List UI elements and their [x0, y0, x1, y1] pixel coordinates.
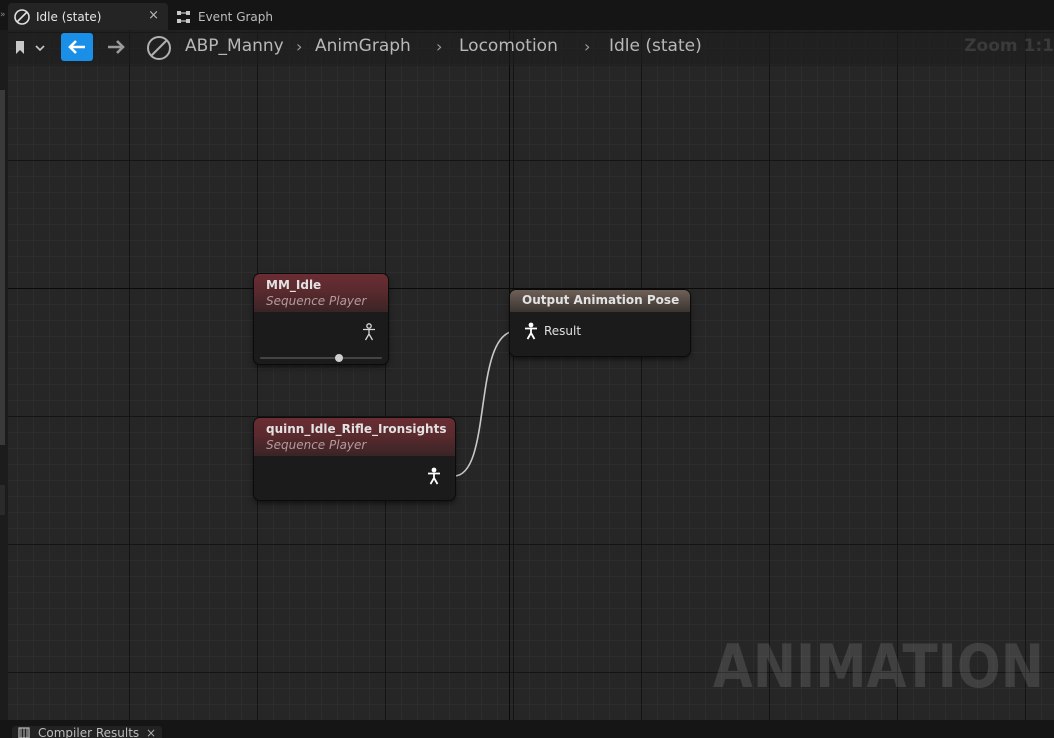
state-icon: [147, 36, 171, 60]
node-title: MM_Idle: [266, 278, 322, 292]
breadcrumb-item-animgraph[interactable]: AnimGraph: [315, 36, 411, 56]
left-panel-edge: [0, 30, 8, 738]
node-header: Output Animation Pose: [510, 290, 690, 312]
tab-overflow-chevron-icon[interactable]: »: [0, 2, 6, 28]
node-mm-idle-sequence-player[interactable]: MM_Idle Sequence Player: [254, 274, 388, 364]
node-output-animation-pose[interactable]: Output Animation Pose Result: [510, 290, 690, 356]
back-button[interactable]: [61, 33, 93, 61]
node-header: quinn_Idle_Rifle_Ironsights Sequence Pla…: [254, 418, 455, 456]
document-tab-bar: » Idle (state) × Event Graph: [0, 0, 1054, 30]
pin-label-result: Result: [544, 324, 582, 338]
node-subtitle: Sequence Player: [266, 294, 367, 308]
tab-compiler-results[interactable]: Compiler Results ×: [12, 726, 162, 738]
forward-button[interactable]: [102, 33, 130, 61]
node-header: MM_Idle Sequence Player: [254, 274, 388, 312]
breadcrumb-item-idle-state[interactable]: Idle (state): [609, 36, 702, 56]
tab-close-icon[interactable]: ×: [148, 8, 159, 23]
breadcrumb-item-abp-manny[interactable]: ABP_Manny: [185, 36, 284, 56]
bookmark-icon: [16, 41, 24, 54]
node-title: Output Animation Pose: [522, 293, 680, 307]
tab-label: Idle (state): [36, 9, 102, 24]
event-graph-icon: [177, 10, 190, 23]
pose-input-pin-icon[interactable]: [523, 322, 539, 340]
breadcrumb-separator: ›: [296, 37, 303, 56]
anim-graph-canvas[interactable]: ABP_Manny › AnimGraph › Locomotion › Idl…: [8, 30, 1054, 720]
tab-idle-state[interactable]: Idle (state) ×: [8, 3, 168, 30]
playback-position-slider[interactable]: [260, 357, 382, 359]
chevron-down-icon: [35, 45, 45, 52]
breadcrumb-toolbar: ABP_Manny › AnimGraph › Locomotion › Idl…: [8, 30, 1054, 66]
node-quinn-idle-rifle-ironsights-sequence-player[interactable]: quinn_Idle_Rifle_Ironsights Sequence Pla…: [254, 418, 455, 500]
tab-label: Event Graph: [198, 9, 273, 24]
tab-label: Compiler Results: [38, 726, 140, 738]
breadcrumb-separator: ›: [584, 37, 591, 56]
node-subtitle: Sequence Player: [266, 438, 367, 452]
graph-origin-axis-horizontal: [8, 288, 1054, 289]
bookmark-dropdown-button[interactable]: [14, 38, 48, 58]
pose-output-pin-icon[interactable]: [426, 467, 442, 485]
graph-type-watermark: ANIMATION: [712, 632, 1044, 702]
arrow-right-icon: [108, 40, 125, 54]
zoom-level-label: Zoom 1:1: [964, 36, 1054, 56]
tab-event-graph[interactable]: Event Graph: [172, 3, 302, 30]
compiler-results-icon: [18, 727, 30, 738]
pose-wire: [453, 330, 517, 477]
bottom-drawer: Compiler Results ×: [0, 720, 1054, 738]
breadcrumb-separator: ›: [436, 37, 443, 56]
graph-origin-axis-vertical: [509, 30, 510, 720]
node-title: quinn_Idle_Rifle_Ironsights: [266, 422, 447, 436]
arrow-left-icon: [68, 40, 85, 54]
tab-close-icon[interactable]: ×: [146, 726, 156, 738]
slider-thumb[interactable]: [335, 354, 344, 362]
pose-wire-layer: [453, 330, 517, 477]
state-icon: [14, 8, 30, 25]
pose-output-pin-icon[interactable]: [361, 323, 377, 341]
panel-edge-slot: [0, 485, 5, 515]
panel-edge-slot: [0, 90, 5, 445]
breadcrumb-item-locomotion[interactable]: Locomotion: [459, 36, 558, 56]
